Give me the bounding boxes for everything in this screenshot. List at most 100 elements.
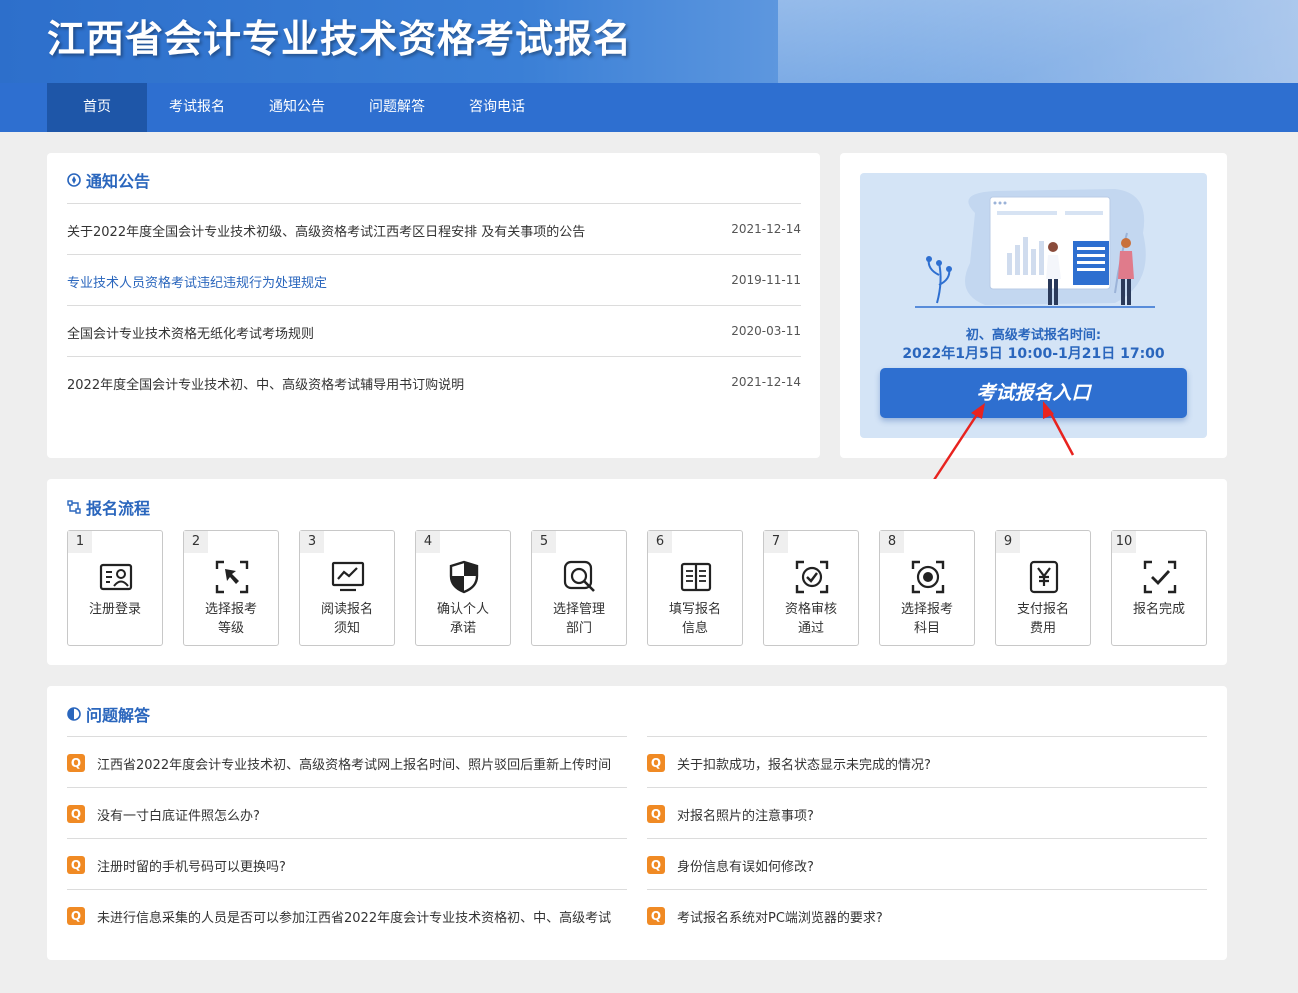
question-badge: Q <box>647 856 665 874</box>
cursor-select-icon <box>215 560 249 594</box>
site-banner: 江西省会计专业技术资格考试报名 <box>0 0 1298 83</box>
notice-date: 2021-12-14 <box>731 375 801 389</box>
notice-item[interactable]: 2022年度全国会计专业技术初、中、高级资格考试辅导用书订购说明 2021-12… <box>67 356 801 407</box>
notice-title[interactable]: 关于2022年度全国会计专业技术初级、高级资格考试江西考区日程安排 及有关事项的… <box>67 221 585 240</box>
step-label: 填写报名 信息 <box>668 602 721 636</box>
id-card-icon <box>99 563 133 591</box>
process-step-read-notice[interactable]: 3 阅读报名 须知 <box>299 530 395 646</box>
step-label: 确认个人 承诺 <box>436 602 489 636</box>
notice-title[interactable]: 2022年度全国会计专业技术初、中、高级资格考试辅导用书订购说明 <box>67 374 464 393</box>
faq-title: 问题解答 <box>86 706 151 725</box>
notice-title[interactable]: 全国会计专业技术资格无纸化考试考场规则 <box>67 323 314 342</box>
nav-hotline[interactable]: 咨询电话 <box>447 83 547 132</box>
question-badge: Q <box>67 754 85 772</box>
process-title: 报名流程 <box>86 499 151 518</box>
step-number: 6 <box>648 531 672 553</box>
step-label: 资格审核 通过 <box>784 602 837 636</box>
process-step-select-department[interactable]: 5 选择管理 部门 <box>531 530 627 646</box>
presentation-illustration <box>915 189 1155 308</box>
entry-panel: 初、高级考试报名时间: 2022年1月5日 10:00-1月21日 17:00 … <box>860 173 1207 438</box>
yen-icon <box>1029 560 1059 594</box>
notice-item[interactable]: 全国会计专业技术资格无纸化考试考场规则 2020-03-11 <box>67 305 801 356</box>
check-frame-icon <box>1143 560 1177 594</box>
check-circle-icon <box>795 560 829 594</box>
nav-notices[interactable]: 通知公告 <box>247 83 347 132</box>
faq-item[interactable]: Q 对报名照片的注意事项? <box>647 787 1207 838</box>
faq-item[interactable]: Q 注册时留的手机号码可以更换吗? <box>67 838 627 889</box>
step-number: 4 <box>416 531 440 553</box>
step-label: 选择报考 科目 <box>900 602 953 636</box>
registration-time-label: 初、高级考试报名时间: <box>965 328 1102 343</box>
step-label: 支付报名 费用 <box>1016 602 1069 636</box>
faq-question[interactable]: 关于扣款成功，报名状态显示未完成的情况? <box>677 754 1207 773</box>
target-icon <box>911 560 945 594</box>
step-number: 9 <box>996 531 1020 553</box>
step-number: 1 <box>68 531 92 553</box>
process-step-register[interactable]: 1 注册登录 <box>67 530 163 646</box>
process-step-qualification-review[interactable]: 7 资格审核 通过 <box>763 530 859 646</box>
notice-item[interactable]: 关于2022年度全国会计专业技术初级、高级资格考试江西考区日程安排 及有关事项的… <box>67 203 801 254</box>
main-nav: 首页 考试报名 通知公告 问题解答 咨询电话 <box>0 83 1298 132</box>
notice-date: 2019-11-11 <box>731 273 801 287</box>
process-step-select-level[interactable]: 2 选择报考 等级 <box>183 530 279 646</box>
faq-item[interactable]: Q 考试报名系统对PC端浏览器的要求? <box>647 889 1207 940</box>
search-refresh-icon <box>563 560 595 592</box>
step-number: 3 <box>300 531 324 553</box>
process-flow-icon <box>67 500 81 514</box>
half-circle-icon <box>67 707 81 721</box>
process-step-fill-info[interactable]: 6 填写报名 信息 <box>647 530 743 646</box>
notice-compass-icon <box>67 173 81 187</box>
step-number: 5 <box>532 531 556 553</box>
question-badge: Q <box>67 907 85 925</box>
question-badge: Q <box>647 805 665 823</box>
notices-title: 通知公告 <box>86 172 151 191</box>
faq-item[interactable]: Q 关于扣款成功，报名状态显示未完成的情况? <box>647 736 1207 787</box>
faq-question[interactable]: 身份信息有误如何修改? <box>677 856 1207 875</box>
faq-card: 问题解答 Q 江西省2022年度会计专业技术初、高级资格考试网上报名时间、照片驳… <box>47 686 1227 960</box>
step-number: 8 <box>880 531 904 553</box>
step-label: 报名完成 <box>1132 602 1185 617</box>
step-label: 选择报考 等级 <box>204 602 257 636</box>
faq-item[interactable]: Q 江西省2022年度会计专业技术初、高级资格考试网上报名时间、照片驳回后重新上… <box>67 736 627 787</box>
book-icon <box>680 562 712 592</box>
notices-card: 通知公告 关于2022年度全国会计专业技术初级、高级资格考试江西考区日程安排 及… <box>47 153 820 458</box>
step-number: 2 <box>184 531 208 553</box>
faq-question[interactable]: 未进行信息采集的人员是否可以参加江西省2022年度会计专业技术资格初、中、高级考… <box>97 907 627 926</box>
step-number: 10 <box>1112 531 1136 553</box>
faq-header: 问题解答 <box>67 702 150 726</box>
question-badge: Q <box>67 856 85 874</box>
registration-time-value: 2022年1月5日 10:00-1月21日 17:00 <box>902 346 1165 362</box>
notices-header: 通知公告 <box>67 168 150 192</box>
step-label: 阅读报名 须知 <box>320 602 373 636</box>
faq-question[interactable]: 江西省2022年度会计专业技术初、高级资格考试网上报名时间、照片驳回后重新上传时… <box>97 754 627 773</box>
nav-faq[interactable]: 问题解答 <box>347 83 447 132</box>
process-step-select-subjects[interactable]: 8 选择报考 科目 <box>879 530 975 646</box>
faq-question[interactable]: 没有一寸白底证件照怎么办? <box>97 805 627 824</box>
monitor-chart-icon <box>331 561 365 592</box>
shield-icon <box>449 560 479 594</box>
faq-item[interactable]: Q 没有一寸白底证件照怎么办? <box>67 787 627 838</box>
step-number: 7 <box>764 531 788 553</box>
site-title: 江西省会计专业技术资格考试报名 <box>47 17 633 61</box>
nav-exam-registration[interactable]: 考试报名 <box>147 83 247 132</box>
process-step-confirm-commitment[interactable]: 4 确认个人 承诺 <box>415 530 511 646</box>
faq-question[interactable]: 考试报名系统对PC端浏览器的要求? <box>677 907 1207 926</box>
faq-question[interactable]: 对报名照片的注意事项? <box>677 805 1207 824</box>
process-step-complete[interactable]: 10 报名完成 <box>1111 530 1207 646</box>
notice-date: 2021-12-14 <box>731 222 801 236</box>
process-step-pay-fee[interactable]: 9 支付报名 费用 <box>995 530 1091 646</box>
registration-entry-button[interactable]: 考试报名入口 <box>880 368 1187 418</box>
notice-item[interactable]: 专业技术人员资格考试违纪违规行为处理规定 2019-11-11 <box>67 254 801 305</box>
question-badge: Q <box>647 907 665 925</box>
faq-item[interactable]: Q 身份信息有误如何修改? <box>647 838 1207 889</box>
faq-question[interactable]: 注册时留的手机号码可以更换吗? <box>97 856 627 875</box>
registration-entry-card: 初、高级考试报名时间: 2022年1月5日 10:00-1月21日 17:00 … <box>840 153 1227 458</box>
nav-home[interactable]: 首页 <box>47 83 147 132</box>
faq-item[interactable]: Q 未进行信息采集的人员是否可以参加江西省2022年度会计专业技术资格初、中、高… <box>67 889 627 940</box>
notice-title[interactable]: 专业技术人员资格考试违纪违规行为处理规定 <box>67 272 327 291</box>
step-label: 注册登录 <box>88 602 141 617</box>
process-header: 报名流程 <box>67 495 150 519</box>
question-badge: Q <box>67 805 85 823</box>
question-badge: Q <box>647 754 665 772</box>
step-label: 选择管理 部门 <box>552 602 605 636</box>
